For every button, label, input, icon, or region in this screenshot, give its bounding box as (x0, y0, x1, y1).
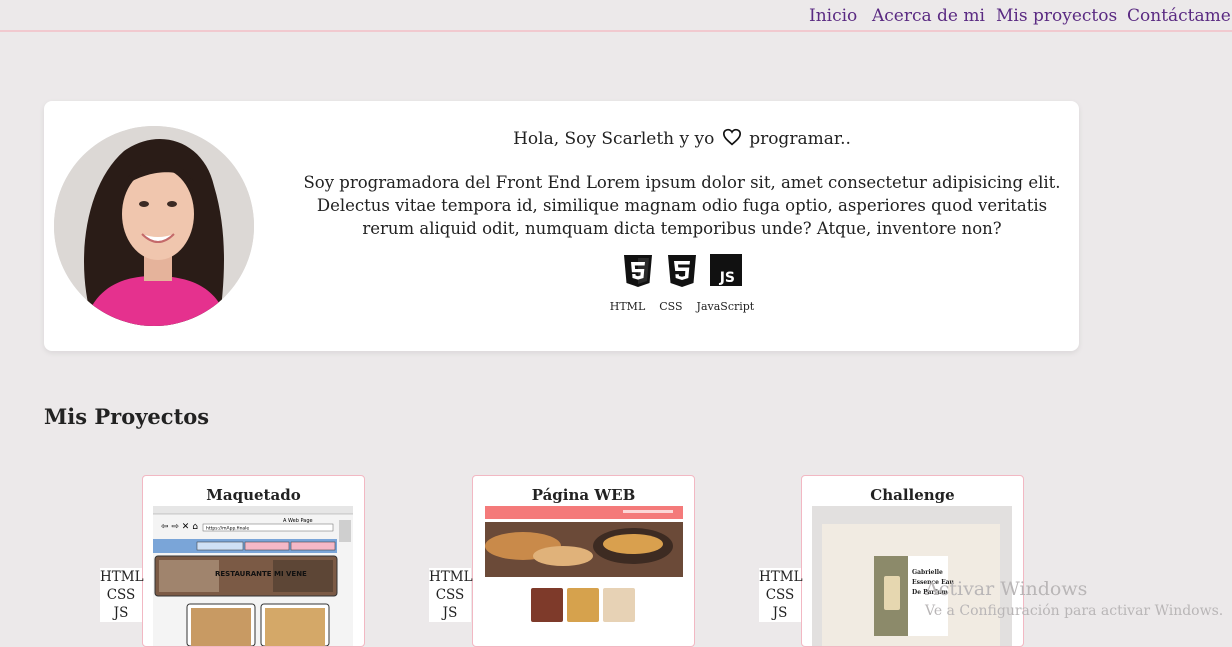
heart-icon (722, 128, 741, 146)
skill-label-css: CSS (659, 300, 683, 313)
svg-text:⇦ ⇨ ✕ ⌂: ⇦ ⇨ ✕ ⌂ (161, 522, 198, 532)
svg-text:https://mApp.finale: https://mApp.finale (206, 526, 249, 532)
skills-icons: JS (302, 254, 1062, 288)
tech-tag: CSS (765, 587, 795, 603)
javascript-icon: JS (710, 254, 742, 286)
tech-tag: HTML (759, 569, 803, 585)
project-title: Página WEB (531, 486, 636, 504)
nav-link-contacto[interactable]: Contáctame (1127, 6, 1231, 26)
nav-link-acerca[interactable]: Acerca de mi (872, 6, 985, 26)
project-thumbnail: Gabrielle Essence Eau De Parfum (812, 506, 1012, 646)
watermark-title: Activar Windows (925, 578, 1088, 600)
top-nav: Inicio Acerca de mi Mis proyectos Contác… (0, 0, 1232, 32)
tech-tag: JS (113, 605, 129, 621)
project-tech-tags: HTML CSS JS (100, 568, 144, 622)
projects-heading: Mis Proyectos (44, 404, 210, 429)
svg-text:RESTAURANTE MI VENE: RESTAURANTE MI VENE (215, 570, 307, 578)
project-title: Challenge (870, 486, 955, 504)
nav-link-proyectos[interactable]: Mis proyectos (996, 6, 1117, 26)
svg-text:A Web Page: A Web Page (283, 518, 313, 524)
skills-labels: HTML CSS JavaScript (302, 300, 1062, 313)
css3-icon (668, 255, 696, 287)
hero-bio: Soy programadora del Front End Lorem ips… (303, 173, 1061, 238)
greeting-text: Hola, Soy Scarleth y yo (513, 129, 715, 149)
tech-tag: HTML (100, 569, 144, 585)
windows-activation-watermark: Activar Windows Ve a Configuración para … (925, 578, 1223, 622)
skill-label-js: JavaScript (696, 300, 755, 313)
skill-label-html: HTML (609, 300, 646, 313)
tech-tag: HTML (429, 569, 473, 585)
svg-text:JS: JS (719, 270, 735, 286)
tech-tag: JS (442, 605, 458, 621)
project-thumbnail: A Web Page ⇦ ⇨ ✕ ⌂ https://mApp.finale R… (153, 506, 353, 646)
tech-tag: CSS (106, 587, 136, 603)
tech-tag: JS (772, 605, 788, 621)
greeting-text-end: programar.. (749, 129, 851, 149)
hero-greeting: Hola, Soy Scarleth y yo programar.. (302, 128, 1062, 149)
project-tech-tags: HTML CSS JS (759, 568, 803, 622)
html5-icon (624, 255, 652, 287)
svg-text:Gabrielle: Gabrielle (912, 569, 943, 576)
tech-tag: CSS (435, 587, 465, 603)
project-thumbnail (483, 506, 683, 646)
profile-photo (54, 126, 254, 326)
about-card: Hola, Soy Scarleth y yo programar.. Soy … (44, 101, 1079, 351)
project-title: Maquetado (206, 486, 301, 504)
project-card-maquetado[interactable]: Maquetado A Web Page ⇦ ⇨ ✕ ⌂ https://mAp… (142, 475, 365, 647)
watermark-subtitle: Ve a Configuración para activar Windows. (925, 603, 1224, 619)
nav-link-inicio[interactable]: Inicio (809, 6, 857, 26)
project-tech-tags: HTML CSS JS (429, 568, 473, 622)
project-card-pagina-web[interactable]: Página WEB (472, 475, 695, 647)
